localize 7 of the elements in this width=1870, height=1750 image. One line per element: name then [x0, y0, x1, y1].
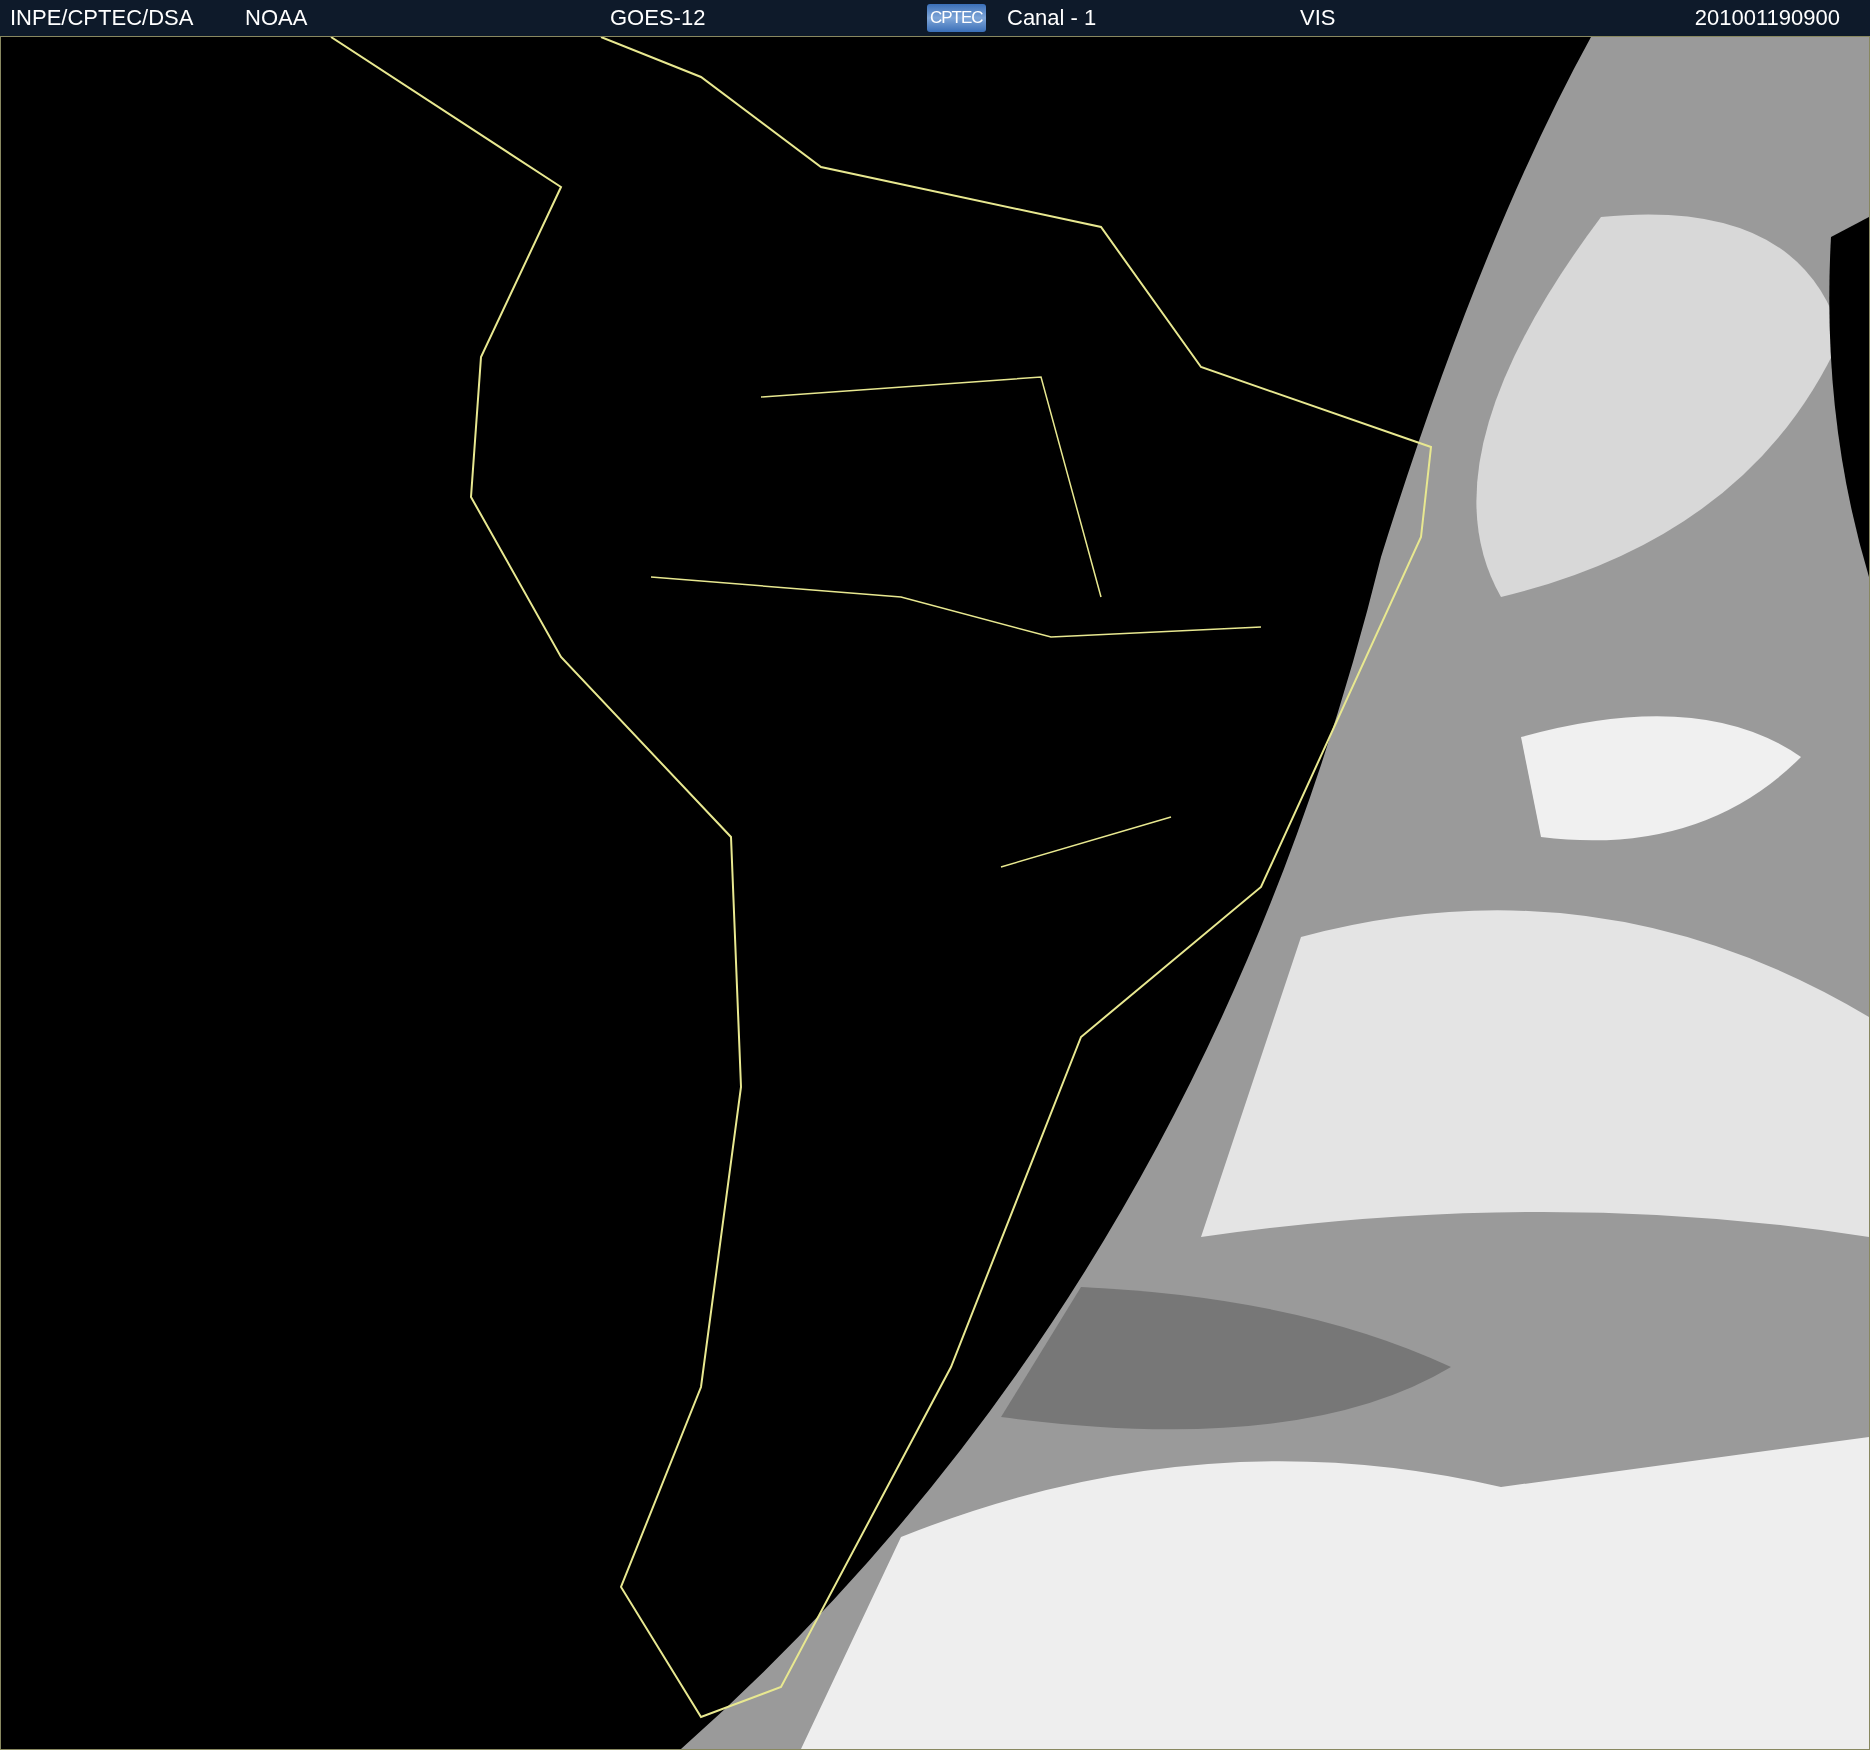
timestamp-label: 201001190900	[1693, 5, 1840, 31]
source-label: INPE/CPTEC/DSA	[10, 5, 195, 31]
satellite-label: GOES-12	[610, 5, 707, 31]
channel-label: Canal - 1	[1007, 5, 1098, 31]
band-label: VIS	[1300, 5, 1337, 31]
agency-label: NOAA	[245, 5, 309, 31]
logo: CPTEC	[927, 4, 986, 32]
